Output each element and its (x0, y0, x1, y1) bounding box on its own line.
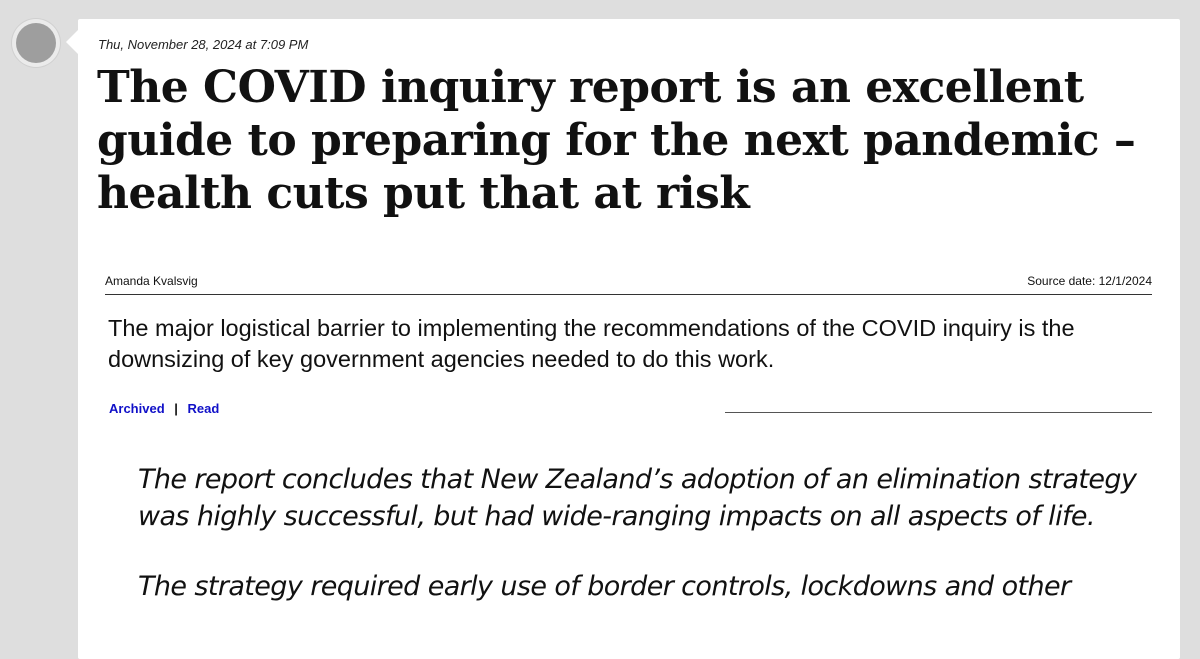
article-summary: The major logistical barrier to implemen… (108, 315, 1075, 372)
card-pointer (66, 30, 78, 54)
avatar[interactable] (12, 19, 60, 67)
article-links: Archived | Read (109, 401, 219, 416)
post-date: Thu, November 28, 2024 at 7:09 PM (98, 37, 309, 52)
source-date: Source date: 12/1/2024 (1027, 274, 1152, 288)
link-separator: | (174, 401, 178, 416)
article-headline: The COVID inquiry report is an excellent… (97, 62, 1136, 219)
article-meta: Amanda Kvalsvig Source date: 12/1/2024 (105, 274, 1152, 288)
quote-paragraph: The strategy required early use of borde… (138, 571, 1071, 602)
post-card: Thu, November 28, 2024 at 7:09 PM The CO… (78, 19, 1180, 659)
quote-paragraph: The report concludes that New Zealand’s … (138, 464, 1137, 532)
read-link[interactable]: Read (188, 401, 220, 416)
section-divider (725, 412, 1152, 413)
article-quote: The report concludes that New Zealand’s … (138, 461, 1138, 638)
archived-link[interactable]: Archived (109, 401, 165, 416)
meta-divider (105, 294, 1152, 295)
author-name: Amanda Kvalsvig (105, 274, 198, 288)
avatar-image (16, 23, 56, 63)
